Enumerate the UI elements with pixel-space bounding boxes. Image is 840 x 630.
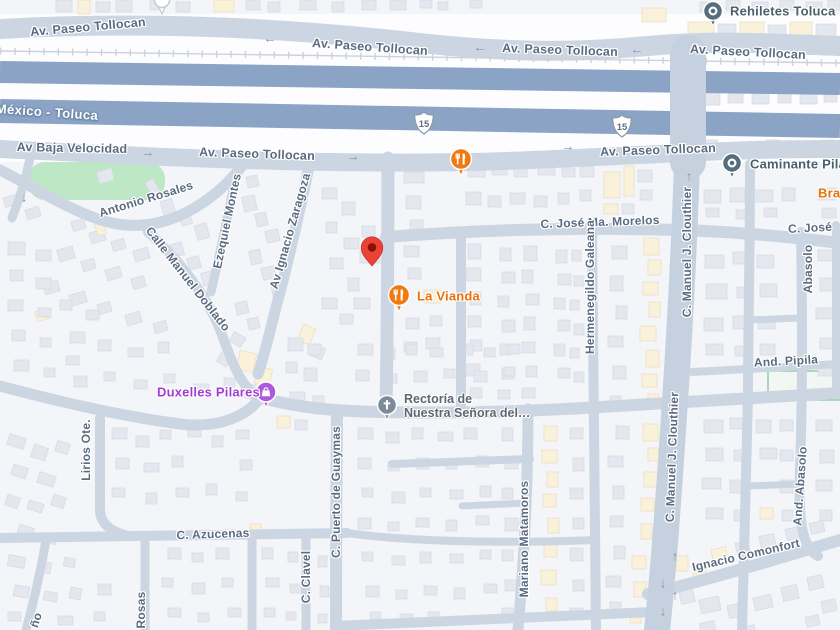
traffic-arrow-down: ↓	[20, 189, 28, 205]
street-label-baja-velocidad: Av Baja Velocidad	[16, 140, 128, 156]
street-label-abasolo: Abasolo	[801, 244, 815, 294]
map-canvas[interactable]: Av. Paseo Tollocan Av. Paseo Tollocan Av…	[0, 0, 840, 630]
poi-label-caminante[interactable]: Caminante Pila	[750, 157, 840, 172]
highway-shield-15: 15	[413, 111, 435, 135]
highway-shield-15: 15	[611, 114, 633, 138]
traffic-arrow-right: →	[141, 144, 155, 160]
traffic-arrow-up: ↑	[671, 587, 679, 603]
traffic-arrow-up: ↑	[671, 548, 679, 564]
traffic-arrow-right: →	[346, 148, 360, 164]
street-label-guaymas: C. Puerto de Guaymas	[329, 425, 343, 559]
shield-route-number: 15	[616, 122, 628, 133]
street-label-galeana: Hermenegildo Galeana	[583, 219, 597, 355]
shield-route-number: 15	[418, 119, 430, 130]
poi-label-rectoria-line2: Nuestra Señora del…	[404, 406, 531, 420]
street-label-azucenas: C. Azucenas	[176, 525, 250, 543]
street-label-lirios: Lirios Ote.	[79, 419, 93, 481]
traffic-arrow-down: ↓	[659, 603, 667, 619]
traffic-arrow-down: ↓	[659, 575, 667, 591]
street-label-rosas: Rosas	[134, 591, 148, 629]
poi-label-rehiletes[interactable]: Rehiletes Toluca	[730, 4, 836, 19]
traffic-arrow-left: ←	[630, 41, 644, 57]
traffic-arrow-left: ←	[263, 30, 277, 46]
traffic-arrow-left: ←	[473, 39, 487, 55]
street-label-jose-partial: C. José	[787, 219, 833, 236]
street-label-clavel: C. Clavel	[299, 550, 313, 604]
caminante-poi-pin[interactable]	[721, 152, 743, 180]
poi-label-bras[interactable]: Bras	[818, 186, 840, 201]
poi-label-rectoria-line1: Rectoría de	[404, 392, 473, 406]
traffic-arrow-right: →	[561, 138, 575, 154]
street-label-clouthier-1: C. Manuel J. Clouthier	[680, 186, 694, 318]
traffic-arrow-up: ↑	[685, 168, 693, 184]
poi-label-duxelles[interactable]: Duxelles Pilares	[157, 385, 260, 400]
poi-label-rectoria[interactable]: Rectoría de Nuestra Señora del…	[404, 392, 530, 420]
map-geometry	[0, 0, 840, 630]
poi-label-la-vianda[interactable]: La Vianda	[417, 289, 480, 304]
street-label-matamoros: Mariano Matamoros	[517, 480, 531, 598]
